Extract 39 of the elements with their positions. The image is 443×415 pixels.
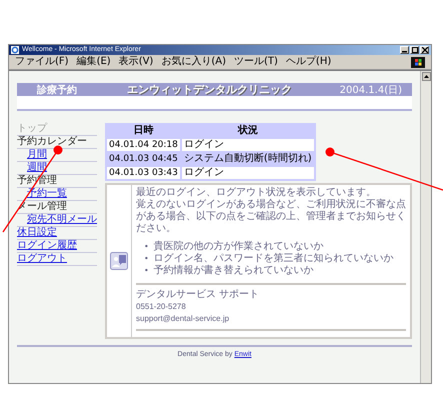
table-cell-text: 04.01.03 04:45 <box>108 153 179 165</box>
section-title: 診療予約 <box>37 84 78 96</box>
table-cell: ログイン <box>182 167 314 179</box>
checklist-item: 予約情報が書き替えられていないか <box>154 265 314 277</box>
notice-text: 覚えのないログインがある場合など、ご利用状況に不審な点がある場合、以下の点をご確認の上、管理者までお知らせください。 <box>136 199 406 235</box>
checklist-item: 貴医院の他の方が作業されていないか <box>154 241 324 252</box>
table-cell: 04.01.04 20:18 <box>107 139 180 151</box>
sidebar-link[interactable]: ログアウト <box>17 253 97 266</box>
scrollbar[interactable] <box>420 71 431 383</box>
column-header: 状況 <box>236 125 259 137</box>
sidebar-link[interactable]: 休日設定 <box>17 227 97 240</box>
menu-item[interactable]: 編集(E) <box>76 56 111 68</box>
menu-item[interactable]: お気に入り(A) <box>161 56 226 68</box>
support-email: support@dental-service.jp <box>136 313 230 325</box>
support-icon <box>110 252 128 270</box>
sidebar-link[interactable]: 週間 <box>17 162 97 175</box>
bullet-marker: • <box>144 265 149 277</box>
table-cell: 04.01.03 03:43 <box>107 167 180 179</box>
browser-icon <box>11 46 19 54</box>
menu-item[interactable]: 表示(V) <box>118 56 154 68</box>
support-name: デンタルサービス サポート <box>136 289 260 301</box>
scroll-up-icon[interactable] <box>422 72 430 81</box>
table-cell-text: システム自動切断(時間切れ) <box>182 153 313 165</box>
menu-item[interactable]: ヘルプ(H) <box>286 56 332 68</box>
checklist-item: ログイン名、パスワードを第三者に知られていないか <box>154 253 394 264</box>
menu-item[interactable]: ファイル(F) <box>15 56 69 68</box>
table-cell: ログイン <box>182 139 314 151</box>
menu-item[interactable]: ツール(T) <box>234 56 278 68</box>
column-header: 日時 <box>132 125 154 137</box>
sidebar-link[interactable]: 宛先不明メール <box>17 214 97 227</box>
sidebar-label: トップ <box>17 123 97 136</box>
notice-text: 最近のログイン、ログアウト状況を表示しています。 <box>136 187 377 198</box>
support-phone: 0551-20-5278 <box>136 301 187 313</box>
bullet-marker: • <box>144 253 149 265</box>
header-date: 2004.1.4(日) <box>340 84 402 96</box>
windows-logo-icon <box>411 56 425 68</box>
bullet-marker: • <box>144 241 149 253</box>
clinic-name: エンウィットデンタルクリニック <box>127 82 293 97</box>
sidebar-link[interactable]: ログイン履歴 <box>17 240 97 253</box>
